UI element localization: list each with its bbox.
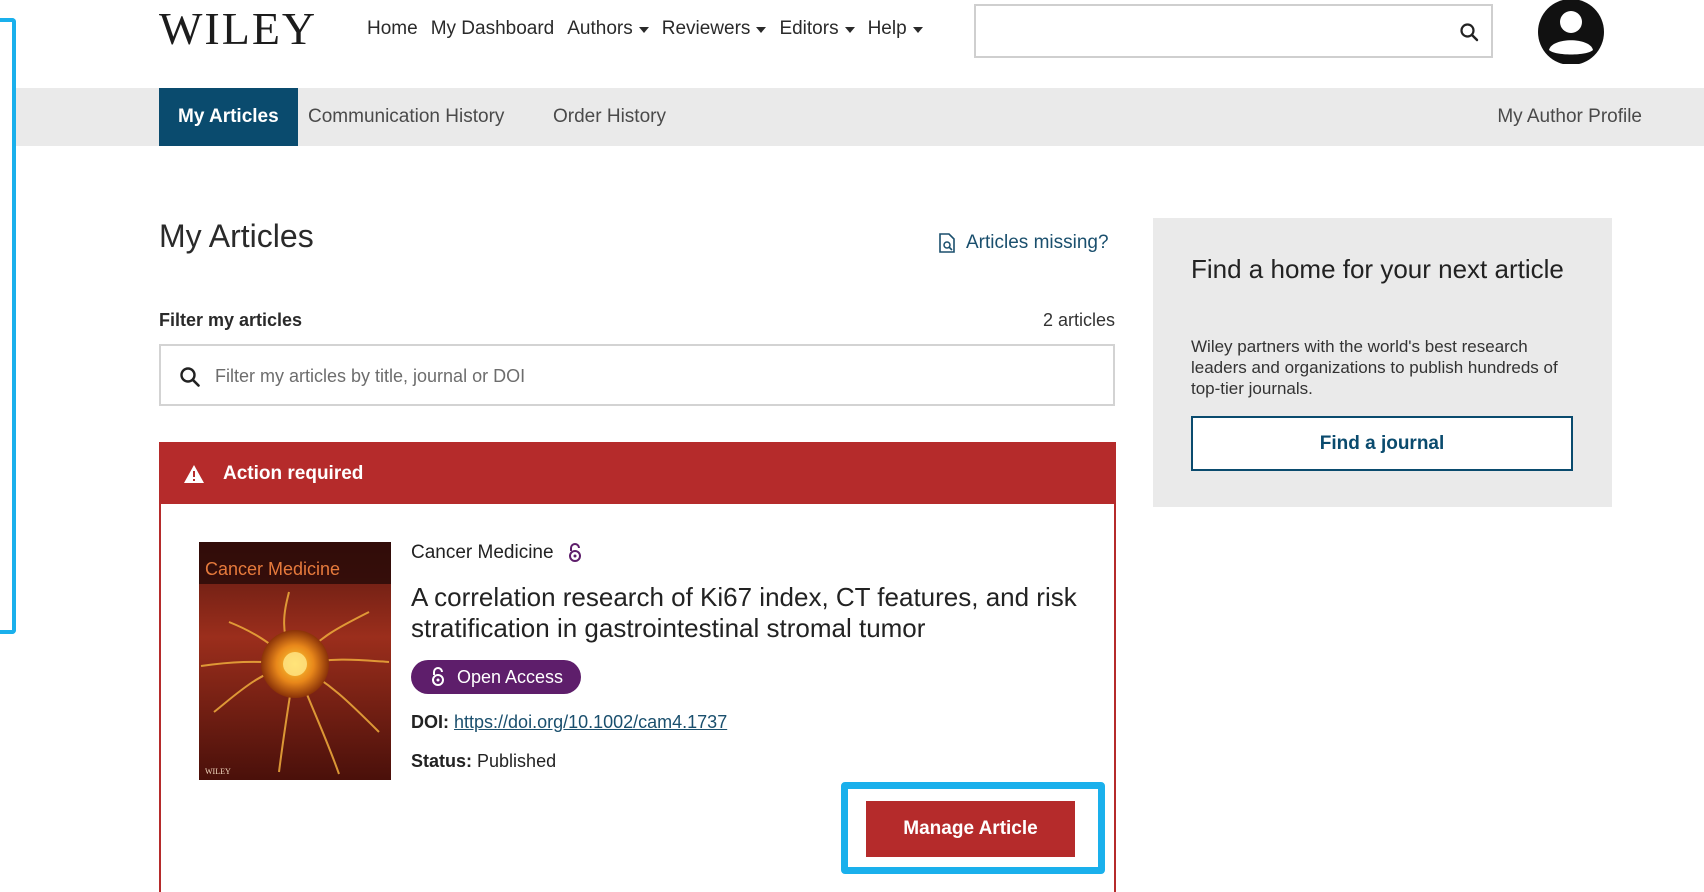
status-value: Published bbox=[477, 751, 557, 771]
open-access-lock-icon bbox=[432, 667, 444, 686]
site-search-input[interactable] bbox=[974, 4, 1493, 58]
caret-down-icon bbox=[638, 27, 649, 33]
status-label: Status: bbox=[411, 751, 473, 771]
nav-editors[interactable]: Editors bbox=[779, 18, 855, 40]
action-required-label: Action required bbox=[223, 463, 364, 484]
promo-title: Find a home for your next article bbox=[1191, 254, 1564, 284]
nav-help[interactable]: Help bbox=[868, 18, 923, 40]
find-a-journal-button[interactable]: Find a journal bbox=[1191, 416, 1573, 471]
nav-my-dashboard[interactable]: My Dashboard bbox=[431, 18, 555, 40]
find-journal-promo: Find a home for your next article Wiley … bbox=[1153, 218, 1612, 507]
filter-articles-input[interactable] bbox=[215, 358, 1095, 394]
cover-publisher: WILEY bbox=[205, 767, 231, 776]
article-title[interactable]: A correlation research of Ki67 index, CT… bbox=[411, 582, 1091, 644]
wiley-logo[interactable]: WILEY bbox=[159, 2, 317, 55]
open-access-label: Open Access bbox=[457, 666, 564, 687]
articles-missing-link[interactable]: Articles missing? bbox=[938, 232, 1109, 254]
user-avatar-icon[interactable] bbox=[1536, 0, 1606, 64]
journal-cover-image[interactable]: Cancer Medicine WILEY bbox=[199, 542, 391, 780]
nav-home-label: Home bbox=[367, 18, 418, 39]
left-highlight-frame bbox=[0, 18, 16, 634]
document-search-icon bbox=[939, 233, 955, 253]
nav-reviewers[interactable]: Reviewers bbox=[662, 18, 767, 40]
nav-authors[interactable]: Authors bbox=[567, 18, 649, 40]
manage-article-button[interactable]: Manage Article bbox=[866, 801, 1075, 857]
sub-navigation: My Articles Communication History Order … bbox=[16, 88, 1704, 146]
my-author-profile-link[interactable]: My Author Profile bbox=[1497, 88, 1642, 146]
nav-reviewers-label: Reviewers bbox=[661, 18, 751, 39]
promo-text: Wiley partners with the world's best res… bbox=[1191, 337, 1558, 398]
open-access-badge: Open Access bbox=[411, 660, 582, 694]
articles-missing-label: Articles missing? bbox=[966, 232, 1109, 253]
nav-help-label: Help bbox=[867, 18, 907, 39]
filter-label: Filter my articles bbox=[159, 310, 303, 330]
nav-authors-label: Authors bbox=[567, 18, 633, 39]
article-count: 2 articles bbox=[1042, 310, 1115, 330]
tab-communication-history[interactable]: Communication History bbox=[289, 88, 523, 146]
warning-icon bbox=[184, 465, 204, 483]
search-icon bbox=[180, 367, 200, 387]
tab-my-articles[interactable]: My Articles bbox=[159, 88, 298, 146]
caret-down-icon bbox=[844, 27, 855, 33]
nav-my-dashboard-label: My Dashboard bbox=[430, 18, 555, 39]
tab-order-history[interactable]: Order History bbox=[534, 88, 685, 146]
caret-down-icon bbox=[912, 27, 923, 33]
search-icon[interactable] bbox=[1459, 22, 1479, 42]
open-access-lock-icon bbox=[568, 543, 581, 562]
doi-label: DOI: bbox=[411, 712, 449, 732]
nav-editors-label: Editors bbox=[779, 18, 839, 39]
site-header: WILEY Home My Dashboard Authors Reviewer… bbox=[0, 0, 1704, 88]
journal-row: Cancer Medicine bbox=[411, 542, 582, 564]
cover-journal-name: Cancer Medicine bbox=[205, 559, 340, 579]
page-title: My Articles bbox=[159, 218, 314, 254]
nav-home[interactable]: Home bbox=[367, 18, 418, 40]
action-required-banner: Action required bbox=[161, 444, 1114, 504]
caret-down-icon bbox=[756, 27, 767, 33]
journal-name[interactable]: Cancer Medicine bbox=[411, 542, 554, 564]
doi-link[interactable]: https://doi.org/10.1002/cam4.1737 bbox=[454, 712, 727, 732]
filter-field bbox=[159, 344, 1115, 406]
doi-row: DOI: https://doi.org/10.1002/cam4.1737 bbox=[411, 712, 727, 733]
top-navigation: Home My Dashboard Authors Reviewers Edit… bbox=[367, 18, 923, 40]
article-card: Action required Cancer Medicine WILEY Ca… bbox=[159, 442, 1116, 892]
status-row: Status: Published bbox=[411, 751, 556, 772]
